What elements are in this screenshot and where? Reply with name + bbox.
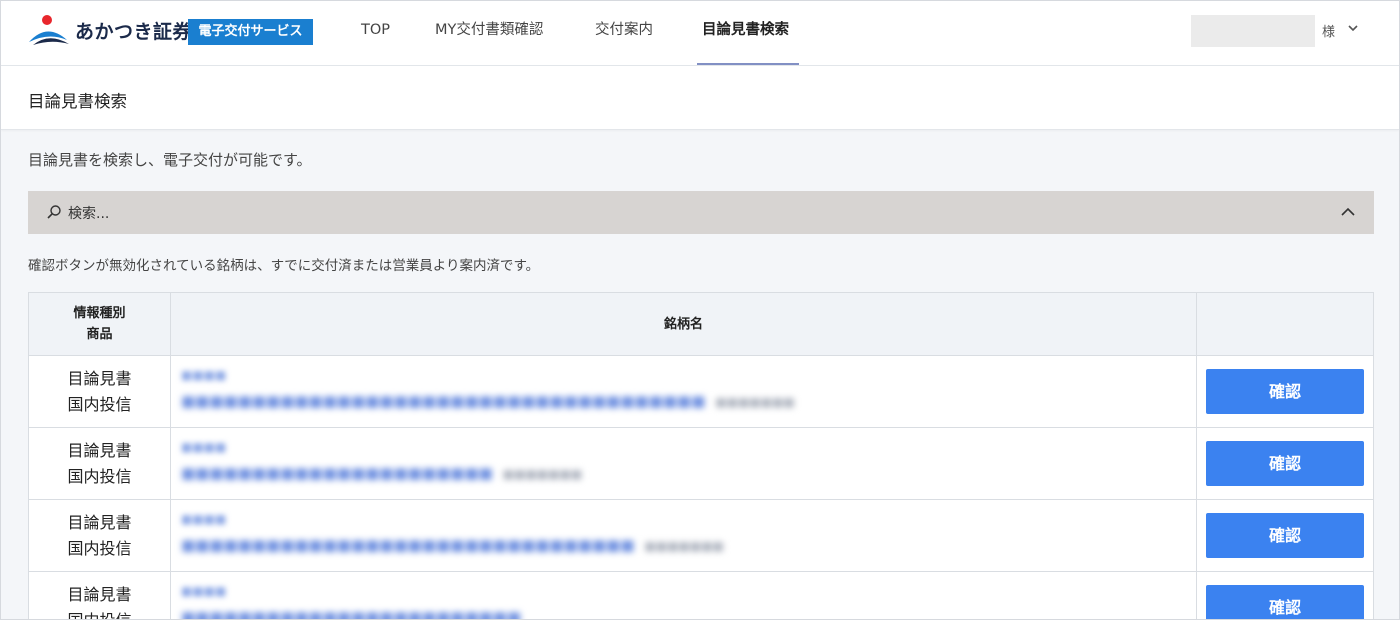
row-info-type: 目論見書 — [67, 585, 132, 604]
nav-my-documents[interactable]: MY交付書類確認 — [435, 1, 543, 66]
row-security-name-redacted: ■■■■ ■■■■■■■■■■■■■■■■■■■■■■■■■■■■■■■■■■■… — [171, 500, 1197, 572]
row-action-cell: 確認 — [1197, 572, 1373, 619]
row-type-cell: 目論見書 国内投信 — [29, 500, 171, 572]
row-info-type: 目論見書 — [67, 513, 132, 532]
header-info-type-label: 情報種別 — [73, 306, 126, 321]
row-security-name-redacted: ■■■■ ■■■■■■■■■■■■■■■■■■■■■■ ■■■■■■■ — [171, 428, 1197, 500]
row-type-cell: 目論見書 国内投信 — [29, 356, 171, 428]
redacted-name: ■■■■■■■■■■■■■■■■■■■■■■ ■■■■■■■ — [181, 464, 583, 482]
user-name-redacted — [1191, 15, 1315, 47]
row-action-cell: 確認 — [1197, 428, 1373, 500]
page-title: 目論見書検索 — [28, 92, 127, 111]
nav-delivery-guide[interactable]: 交付案内 — [595, 1, 653, 66]
redacted-code: ■■■■ — [181, 440, 227, 454]
prospectus-table: 情報種別 商品 銘柄名 目論見書 国内投信 ■■■■ ■■■■■■■■■■■■■… — [28, 292, 1374, 620]
table-header: 情報種別 商品 銘柄名 — [29, 293, 1373, 356]
nav-top[interactable]: TOP — [361, 1, 390, 66]
brand-logo-icon[interactable] — [27, 14, 77, 48]
page-description: 目論見書を検索し、電子交付が可能です。 — [28, 151, 312, 169]
header-info-type: 情報種別 商品 — [29, 293, 171, 356]
redacted-code: ■■■■ — [181, 584, 227, 598]
table-row: 目論見書 国内投信 ■■■■ ■■■■■■■■■■■■■■■■■■■■■■■■ … — [29, 572, 1373, 620]
row-info-type: 目論見書 — [67, 441, 132, 460]
row-security-name-redacted: ■■■■ ■■■■■■■■■■■■■■■■■■■■■■■■■■■■■■■■■■■… — [171, 356, 1197, 428]
chevron-up-icon[interactable] — [1340, 204, 1356, 220]
confirm-button[interactable]: 確認 — [1206, 369, 1364, 414]
row-type-cell: 目論見書 国内投信 — [29, 428, 171, 500]
redacted-name: ■■■■■■■■■■■■■■■■■■■■■■■■■■■■■■■■ ■■■■■■■ — [181, 536, 724, 554]
top-header: あかつき証券 電子交付サービス TOP MY交付書類確認 交付案内 目論見書検索… — [1, 1, 1399, 66]
row-action-cell: 確認 — [1197, 500, 1373, 572]
row-product: 国内投信 — [67, 539, 132, 558]
table-row: 目論見書 国内投信 ■■■■ ■■■■■■■■■■■■■■■■■■■■■■■■■… — [29, 356, 1373, 428]
redacted-code: ■■■■ — [181, 512, 227, 526]
chevron-down-icon[interactable] — [1345, 20, 1361, 36]
row-action-cell: 確認 — [1197, 356, 1373, 428]
user-suffix: 様 — [1322, 25, 1336, 40]
brand-name[interactable]: あかつき証券 — [75, 17, 192, 44]
search-label: 検索... — [68, 206, 110, 222]
app-frame: あかつき証券 電子交付サービス TOP MY交付書類確認 交付案内 目論見書検索… — [0, 0, 1400, 620]
row-type-cell: 目論見書 国内投信 — [29, 572, 171, 619]
row-product: 国内投信 — [67, 395, 132, 414]
confirm-button[interactable]: 確認 — [1206, 441, 1364, 486]
confirm-button[interactable]: 確認 — [1206, 513, 1364, 558]
row-security-name-redacted: ■■■■ ■■■■■■■■■■■■■■■■■■■■■■■■ — [171, 572, 1197, 620]
table-row: 目論見書 国内投信 ■■■■ ■■■■■■■■■■■■■■■■■■■■■■■■■… — [29, 428, 1373, 500]
confirm-button[interactable]: 確認 — [1206, 585, 1364, 619]
active-nav-indicator — [697, 63, 799, 65]
search-icon — [47, 205, 61, 219]
table-row: 目論見書 国内投信 ■■■■ ■■■■■■■■■■■■■■■■■■■■■■■■■… — [29, 500, 1373, 572]
page-title-bar: 目論見書検索 — [1, 66, 1399, 130]
search-accordion[interactable]: 検索... — [28, 191, 1374, 234]
redacted-code: ■■■■ — [181, 368, 227, 382]
row-product: 国内投信 — [67, 467, 132, 486]
redacted-name: ■■■■■■■■■■■■■■■■■■■■■■■■ — [181, 608, 522, 620]
row-product: 国内投信 — [29, 608, 170, 619]
header-security-name: 銘柄名 — [171, 293, 1197, 356]
row-info-type: 目論見書 — [67, 369, 132, 388]
header-action — [1197, 293, 1373, 356]
header-product-label: 商品 — [86, 327, 113, 342]
redacted-name: ■■■■■■■■■■■■■■■■■■■■■■■■■■■■■■■■■■■■■ ■■■… — [181, 392, 795, 410]
nav-prospectus-search[interactable]: 目論見書検索 — [702, 1, 789, 66]
disabled-button-notice: 確認ボタンが無効化されている銘柄は、すでに交付済または営業員より案内済です。 — [28, 258, 540, 274]
service-badge: 電子交付サービス — [188, 19, 313, 45]
